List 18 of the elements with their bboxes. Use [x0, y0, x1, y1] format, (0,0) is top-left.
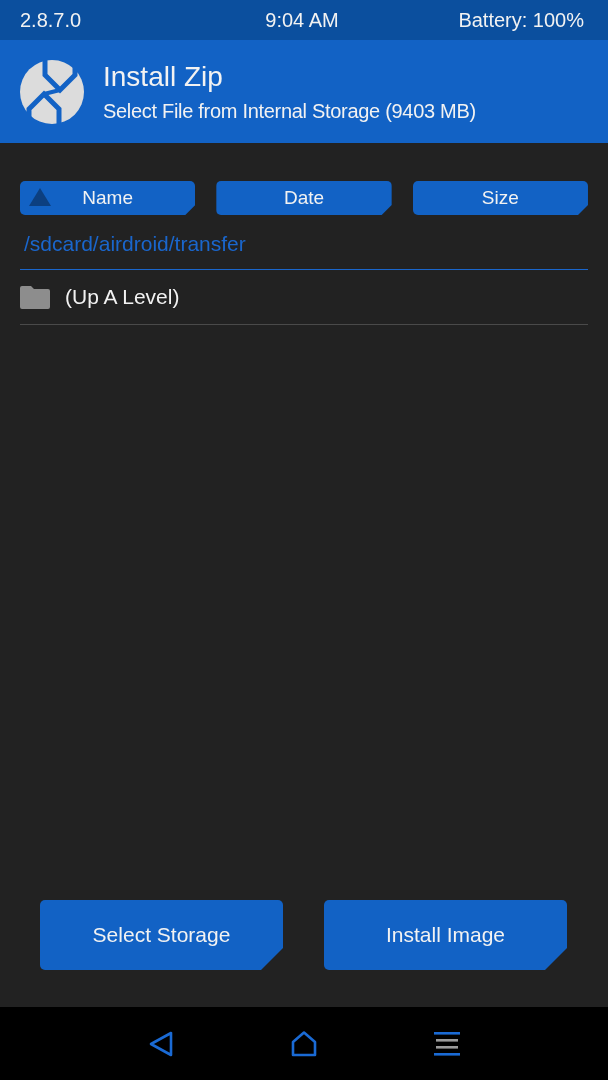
sort-button[interactable]: Name	[20, 181, 196, 215]
folder-path: /sdcard/airdroid/transfer	[20, 229, 588, 270]
page-title: Install Zip	[103, 59, 223, 94]
home-icon[interactable]	[291, 1030, 317, 1057]
back-icon[interactable]	[148, 1030, 175, 1057]
sort-button[interactable]: Date	[216, 181, 392, 215]
version-label: 2.8.7.0	[20, 8, 82, 32]
file-list-item[interactable]: (Up A Level)	[65, 285, 180, 309]
page-subtitle: Select File from Internal Storage (9403 MB)	[103, 98, 476, 124]
logo-icon	[20, 59, 84, 124]
clock-label: 9:04 AM	[265, 8, 339, 32]
folder-icon	[20, 285, 50, 309]
sort-triangle-icon	[29, 188, 51, 206]
menu-icon[interactable]	[433, 1030, 460, 1057]
action-button[interactable]: Select Storage	[40, 900, 283, 970]
action-button[interactable]: Install Image	[324, 900, 567, 970]
sort-button[interactable]: Size	[412, 181, 588, 215]
battery-label: Battery: 100%	[458, 8, 584, 32]
